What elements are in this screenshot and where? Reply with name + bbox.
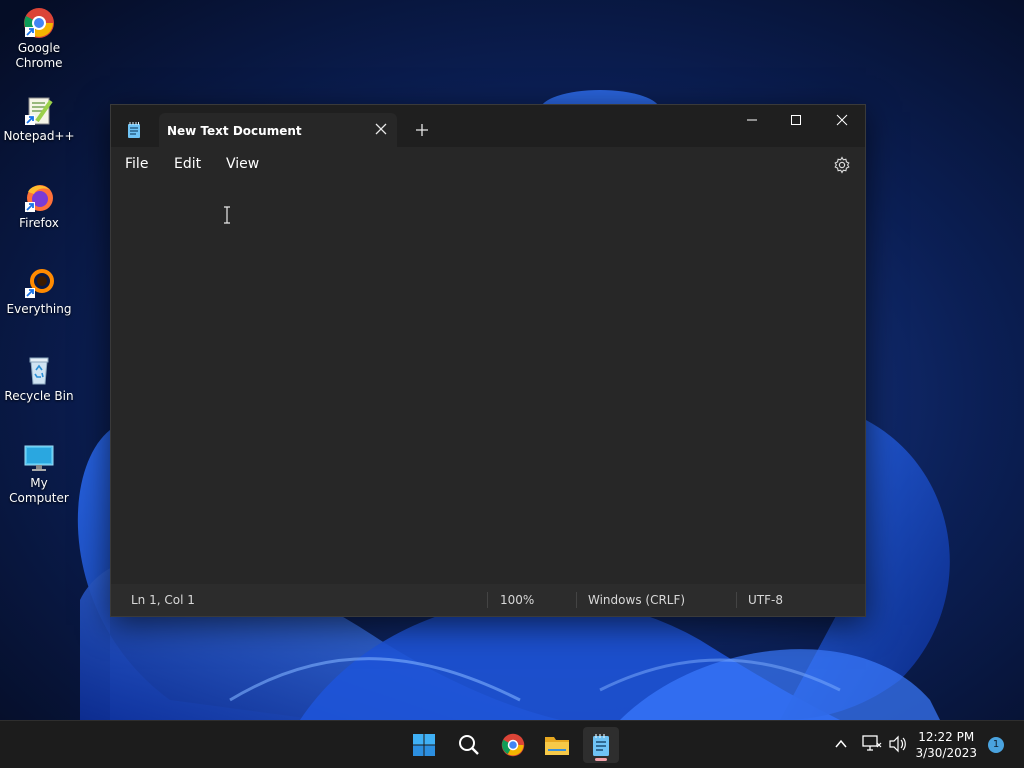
chevron-up-icon[interactable] <box>834 737 848 751</box>
encoding: UTF-8 <box>748 593 783 607</box>
desktop-icon-recycle-bin[interactable]: Recycle Bin <box>0 355 78 404</box>
tab-title: New Text Document <box>167 124 302 138</box>
desktop-icon-everything[interactable]: Everything <box>0 268 78 317</box>
taskbar-chrome[interactable] <box>495 727 531 763</box>
desktop-icon-label: Firefox <box>19 216 59 230</box>
active-app-indicator <box>595 758 607 761</box>
line-ending: Windows (CRLF) <box>588 593 686 607</box>
text-cursor-icon <box>224 206 230 224</box>
taskbar: 12:22 PM 3/30/2023 1 <box>0 720 1024 768</box>
desktop-icon-label: Google <box>17 41 61 55</box>
chrome-icon <box>501 733 525 757</box>
document-tab[interactable]: New Text Document <box>159 113 397 147</box>
status-bar: Ln 1, Col 1 100% Windows (CRLF) UTF-8 <box>111 584 865 616</box>
desktop-icon-firefox[interactable]: Firefox <box>0 182 78 231</box>
desktop-icon-notepadpp[interactable]: Notepad++ <box>0 95 78 144</box>
notepad-window: New Text Document File Edit View Ln 1, C… <box>110 104 866 617</box>
windows-logo-icon <box>413 734 435 756</box>
network-icon[interactable] <box>862 735 882 753</box>
notepadpp-icon <box>25 97 53 125</box>
taskbar-notepad[interactable] <box>583 727 619 763</box>
minimize-icon <box>747 119 757 121</box>
search-icon <box>459 735 479 755</box>
search-button[interactable] <box>451 727 487 763</box>
close-icon <box>836 114 848 126</box>
desktop-icon-google-chrome[interactable]: Google Chrome <box>0 7 78 71</box>
notification-badge[interactable]: 1 <box>988 737 1004 753</box>
zoom-level: 100% <box>500 593 535 607</box>
desktop-icon-my-computer[interactable]: My Computer <box>0 442 78 506</box>
my-computer-icon <box>24 445 54 471</box>
clock-time: 12:22 PM <box>918 730 975 744</box>
title-bar[interactable]: New Text Document <box>111 105 865 147</box>
folder-icon <box>545 737 569 755</box>
settings-gear-icon[interactable] <box>833 156 851 174</box>
start-button[interactable] <box>406 727 442 763</box>
status-divider <box>576 592 577 608</box>
everything-icon <box>25 269 54 298</box>
menu-edit[interactable]: Edit <box>174 156 201 172</box>
notepad-app-icon <box>593 734 609 756</box>
clock-date: 3/30/2023 <box>915 746 977 760</box>
notepad-app-icon <box>128 122 140 138</box>
chrome-icon <box>24 8 54 38</box>
recycle-bin-icon <box>29 357 49 385</box>
clock[interactable]: 12:22 PM 3/30/2023 <box>915 729 977 761</box>
status-divider <box>487 592 488 608</box>
menu-file[interactable]: File <box>125 156 148 172</box>
close-tab-icon[interactable] <box>375 123 387 135</box>
menu-bar: File Edit View <box>111 147 865 183</box>
menu-view[interactable]: View <box>226 156 259 172</box>
text-editor-area[interactable] <box>111 183 865 585</box>
taskbar-file-explorer[interactable] <box>539 727 575 763</box>
status-divider <box>736 592 737 608</box>
firefox-icon <box>25 185 53 212</box>
desktop-icon-label: Everything <box>6 302 72 316</box>
new-tab-icon[interactable] <box>415 123 429 137</box>
close-window-button[interactable] <box>819 105 865 135</box>
maximize-button[interactable] <box>773 105 819 135</box>
desktop-icon-label: Notepad++ <box>3 129 75 143</box>
desktop-icon-label: Chrome <box>15 56 63 70</box>
maximize-icon <box>791 115 801 125</box>
cursor-position: Ln 1, Col 1 <box>131 593 195 607</box>
desktop-icon-label: My Computer <box>9 476 69 505</box>
minimize-button[interactable] <box>729 105 775 135</box>
desktop-icon-label: Recycle Bin <box>4 389 74 403</box>
volume-icon[interactable] <box>888 735 908 753</box>
